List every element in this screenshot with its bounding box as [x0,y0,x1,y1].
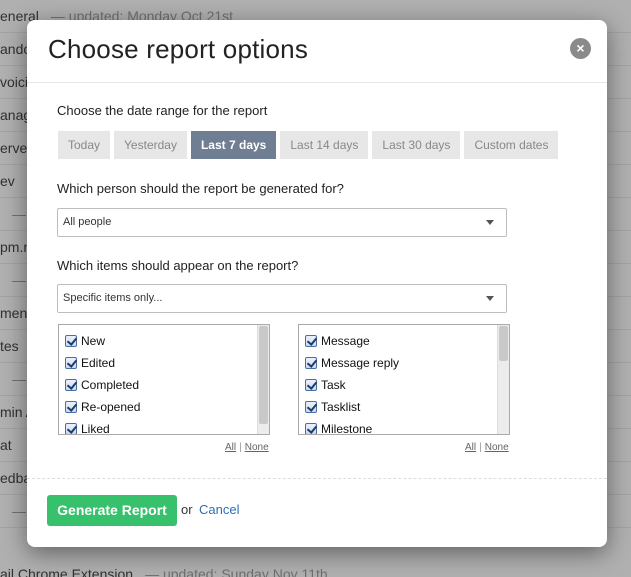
checkbox-checked[interactable] [65,401,77,413]
select-all-link[interactable]: All [225,442,236,453]
scrollbar[interactable] [257,325,269,434]
tab-custom-dates[interactable]: Custom dates [464,131,559,159]
chevron-down-icon [486,220,494,225]
list-item[interactable]: Milestone [305,419,373,435]
checkbox-checked[interactable] [65,357,77,369]
person-select[interactable]: All people [57,208,507,237]
tab-yesterday[interactable]: Yesterday [114,131,187,159]
select-none-link[interactable]: None [485,442,509,453]
select-none-link[interactable]: None [245,442,269,453]
footer-divider [27,478,607,479]
date-range-tabs: Today Yesterday Last 7 days Last 14 days… [58,131,562,159]
list-item[interactable]: New [65,331,105,351]
list-item[interactable]: Task [305,375,346,395]
list-item[interactable]: Message [305,331,370,351]
list-item[interactable]: Completed [65,375,139,395]
checkbox-label: Milestone [321,422,373,435]
cancel-link[interactable]: Cancel [199,502,239,517]
close-icon[interactable]: × [570,38,591,59]
dialog-title: Choose report options [48,34,309,64]
generate-report-button[interactable]: Generate Report [47,495,177,526]
list-item[interactable]: Tasklist [305,397,360,417]
checkbox-checked[interactable] [65,335,77,347]
item-types-list[interactable]: Message Message reply Task Tasklist Mile… [298,324,510,435]
list-item[interactable]: Edited [65,353,115,373]
select-all-link[interactable]: All [465,442,476,453]
chevron-down-icon [486,296,494,301]
items-select[interactable]: Specific items only... [57,284,507,313]
list-item[interactable]: Re-opened [65,397,140,417]
scrollbar-thumb[interactable] [259,326,268,424]
checkbox-label: New [81,334,106,348]
tab-today[interactable]: Today [58,131,111,159]
report-options-dialog: Choose report options × Choose the date … [27,20,607,547]
right-all-none: All | None [465,442,509,453]
or-text: or [181,502,193,517]
checkbox-checked[interactable] [305,335,317,347]
separator: | [239,442,242,453]
checkbox-checked[interactable] [305,423,317,434]
separator: | [479,442,482,453]
person-label: Which person should the report be genera… [57,181,344,196]
items-select-value: Specific items only... [63,292,163,304]
checkbox-checked[interactable] [305,379,317,391]
left-all-none: All | None [225,442,269,453]
checkbox-label: Task [321,378,346,392]
item-actions-list[interactable]: New Edited Completed Re-opened Liked [58,324,270,435]
checkbox-checked[interactable] [305,357,317,369]
checkbox-checked[interactable] [65,423,77,434]
date-range-label: Choose the date range for the report [57,103,268,118]
scrollbar-thumb[interactable] [499,326,508,361]
tab-last-30-days[interactable]: Last 30 days [372,131,461,159]
person-select-value: All people [63,216,112,228]
list-item[interactable]: Liked [65,419,110,435]
checkbox-checked[interactable] [305,401,317,413]
checkbox-checked[interactable] [65,379,77,391]
checkbox-label: Re-opened [81,400,141,414]
checkbox-label: Message [321,334,370,348]
checkbox-label: Completed [81,378,140,392]
checkbox-label: Edited [81,356,116,370]
scrollbar[interactable] [497,325,509,434]
checkbox-label: Liked [81,422,110,435]
header-divider [27,82,607,83]
checkbox-label: Message reply [321,356,400,370]
checkbox-label: Tasklist [321,400,361,414]
list-item[interactable]: Message reply [305,353,399,373]
tab-last-14-days[interactable]: Last 14 days [280,131,369,159]
items-label: Which items should appear on the report? [57,258,299,273]
tab-last-7-days[interactable]: Last 7 days [190,131,277,159]
